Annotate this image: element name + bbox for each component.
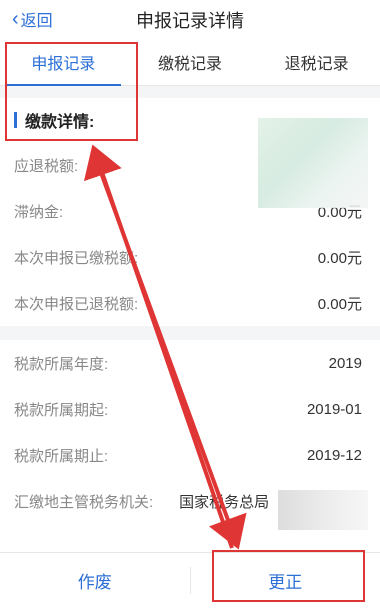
annotation-arrows	[83, 144, 247, 550]
arrow-down	[98, 169, 247, 550]
